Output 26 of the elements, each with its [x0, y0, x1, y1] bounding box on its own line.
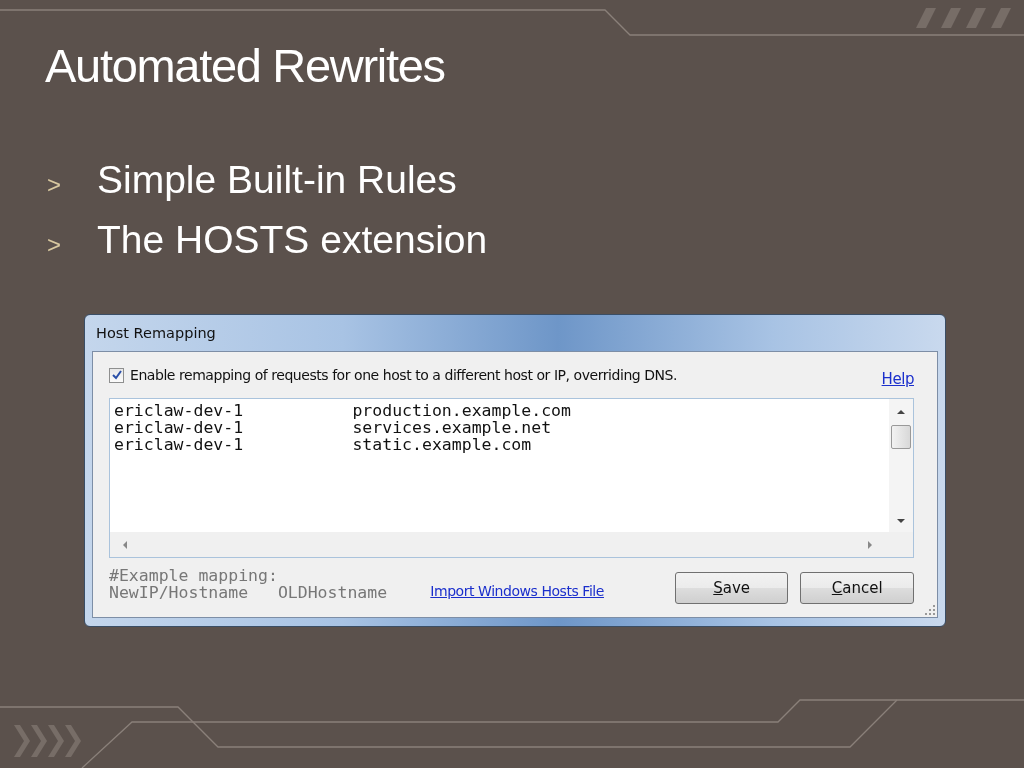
bullet-marker: > [46, 171, 62, 199]
checkbox-label: Enable remapping of requests for one host to a different host or IP, overriding DNS. [130, 367, 679, 383]
mapping-line: ericlaw-dev-1 production.example.com [114, 402, 572, 419]
hint-text: #Example mapping: [109, 567, 279, 584]
import-hosts-link[interactable]: Import Windows Hosts File [430, 583, 663, 599]
hint-text: NewIP/Hostname OLDHostname [109, 584, 389, 601]
bullet-text: Simple Built-in Rules [97, 157, 457, 203]
scrollbar-thumb[interactable] [891, 425, 911, 449]
scroll-up-icon[interactable] [896, 409, 906, 415]
scroll-right-icon[interactable] [867, 539, 873, 550]
help-link[interactable]: Help [881, 370, 914, 388]
mapping-line: ericlaw-dev-1 services.example.net [114, 419, 552, 436]
mappings-text-area[interactable]: ericlaw-dev-1 production.example.com ericlaw-dev-1 services.example.net ericlaw-dev-1 static.example.com [109, 398, 914, 558]
dialog-button[interactable]: Save [674, 572, 789, 604]
vertical-scrollbar[interactable] [889, 399, 913, 532]
bullet-text: The HOSTS extension [97, 217, 488, 263]
scroll-left-icon[interactable] [122, 539, 128, 550]
resize-grip-icon[interactable] [925, 605, 935, 615]
enable-checkbox[interactable] [109, 367, 124, 383]
slide-title: Automated Rewrites [45, 38, 446, 94]
horizontal-scrollbar[interactable] [110, 532, 913, 557]
scroll-down-icon[interactable] [896, 518, 906, 524]
bullet-marker: > [46, 231, 62, 259]
dialog-button[interactable]: Cancel [800, 572, 914, 604]
mapping-line: ericlaw-dev-1 static.example.com [114, 436, 532, 453]
window-title: Host Remapping [95, 324, 217, 343]
